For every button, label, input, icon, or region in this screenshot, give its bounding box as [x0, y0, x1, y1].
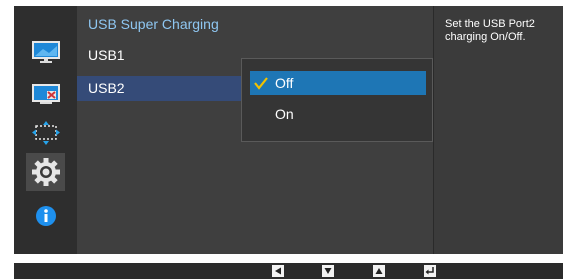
- menu-item-label: USB1: [88, 47, 125, 63]
- osd-window: USB Super Charging USB1 USB2 Off On Set …: [14, 6, 563, 254]
- sidebar-item-color[interactable]: [26, 75, 65, 113]
- sidebar-item-information[interactable]: [26, 197, 65, 235]
- menu-item-label: USB2: [88, 80, 125, 96]
- up-button[interactable]: [373, 265, 385, 277]
- osd-sidebar: [14, 6, 77, 254]
- menu-panel: USB Super Charging USB1 USB2 Off On: [77, 6, 433, 254]
- up-arrow-icon: [375, 268, 383, 274]
- usb2-options-dropdown: Off On: [241, 58, 433, 142]
- option-label: Off: [275, 75, 294, 91]
- sidebar-item-size-position[interactable]: [26, 114, 65, 152]
- down-button[interactable]: [322, 265, 334, 277]
- help-text: Set the USB Port2 charging On/Off.: [445, 18, 535, 43]
- menu-item-usb1[interactable]: USB1: [77, 43, 241, 68]
- option-off[interactable]: Off: [250, 71, 426, 95]
- option-label: On: [275, 106, 294, 122]
- information-icon: [35, 206, 56, 226]
- left-arrow-icon: [275, 267, 281, 275]
- left-button[interactable]: [272, 265, 284, 277]
- button-guide-bar: [14, 263, 563, 279]
- down-arrow-icon: [324, 268, 332, 274]
- sidebar-item-picture[interactable]: [26, 33, 65, 71]
- option-on[interactable]: On: [250, 102, 426, 126]
- help-panel: Set the USB Port2 charging On/Off.: [433, 6, 563, 254]
- menu-title: USB Super Charging: [88, 16, 219, 32]
- enter-icon: [425, 267, 434, 275]
- size-position-icon: [31, 121, 60, 145]
- menu-item-usb2[interactable]: USB2: [77, 76, 241, 101]
- settings-gear-icon: [31, 158, 60, 186]
- enter-button[interactable]: [424, 265, 436, 277]
- sidebar-item-settings[interactable]: [26, 153, 65, 191]
- picture-icon: [31, 41, 60, 63]
- checkmark-icon: [254, 77, 268, 90]
- color-icon: [31, 84, 60, 104]
